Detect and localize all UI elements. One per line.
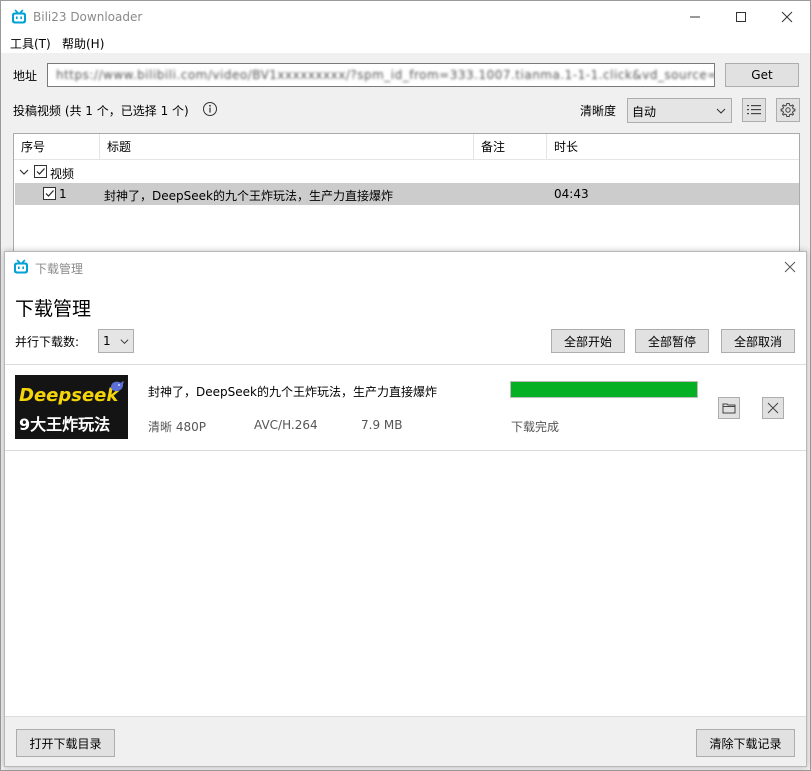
folder-icon (722, 403, 736, 414)
column-title[interactable]: 标题 (100, 134, 474, 160)
checkmark-icon (36, 168, 45, 175)
parallel-downloads-select[interactable]: 1 (98, 329, 134, 353)
settings-button[interactable] (776, 98, 800, 122)
video-list-header: 序号 标题 备注 时长 (14, 134, 799, 160)
start-all-button[interactable]: 全部开始 (551, 329, 625, 353)
info-icon[interactable] (202, 101, 218, 117)
parallel-downloads-value: 1 (103, 334, 111, 348)
page-title: 下载管理 (15, 298, 92, 320)
pause-all-button[interactable]: 全部暂停 (635, 329, 709, 353)
menu-help[interactable]: 帮助(H) (62, 35, 104, 52)
menu-tools[interactable]: 工具(T) (10, 35, 51, 52)
url-input[interactable]: https://www.bilibili.com/video/BV1xxxxxx… (47, 63, 715, 87)
video-count-label: 投稿视频 (共 1 个，已选择 1 个) (13, 104, 189, 118)
group-label: 视频 (50, 167, 75, 181)
close-button[interactable] (764, 1, 810, 33)
column-note[interactable]: 备注 (474, 134, 547, 160)
video-row[interactable]: 1 封神了，DeepSeek的九个王炸玩法，生产力直接爆炸 04:43 (15, 183, 799, 205)
download-item: Deepseek 9大王炸玩法 封神了，DeepSeek的九个王炸玩法，生产力直… (5, 365, 806, 451)
row-number: 1 (59, 187, 67, 201)
row-duration: 04:43 (554, 187, 589, 201)
download-manager-window-title: 下载管理 (35, 262, 84, 276)
download-resolution: 清晰 480P (148, 420, 206, 434)
column-duration[interactable]: 时长 (547, 134, 799, 160)
clarity-label: 清晰度 (580, 104, 617, 118)
cancel-all-button[interactable]: 全部取消 (721, 329, 795, 353)
whale-logo-icon (111, 381, 124, 392)
url-label: 地址 (13, 69, 38, 83)
thumbnail-caption-bottom: 9大王炸玩法 (19, 415, 111, 434)
bilibili-tv-icon (12, 9, 26, 24)
clarity-select[interactable]: 自动 (627, 98, 732, 123)
open-folder-button[interactable] (718, 397, 740, 419)
chevron-down-icon[interactable] (18, 166, 30, 178)
minimize-icon (690, 16, 700, 18)
row-title: 封神了，DeepSeek的九个王炸玩法，生产力直接爆炸 (104, 189, 393, 203)
list-button[interactable] (742, 98, 766, 122)
clear-download-log-button[interactable]: 清除下载记录 (696, 729, 795, 757)
download-status: 下载完成 (511, 420, 560, 434)
title-bar: Bili23 Downloader (1, 1, 810, 33)
column-number[interactable]: 序号 (14, 134, 100, 160)
group-checkbox[interactable] (34, 165, 47, 178)
download-manager-title-bar: 下载管理 (5, 252, 806, 282)
video-group: 视频 (14, 162, 799, 182)
download-size: 7.9 MB (361, 418, 403, 432)
video-thumbnail: Deepseek 9大王炸玩法 (15, 375, 128, 439)
download-title: 封神了，DeepSeek的九个王炸玩法，生产力直接爆炸 (148, 385, 437, 399)
close-icon (767, 402, 779, 414)
bilibili-tv-icon (14, 259, 28, 274)
remove-download-button[interactable] (762, 397, 784, 419)
download-codec: AVC/H.264 (254, 418, 318, 432)
row-checkbox[interactable] (43, 187, 56, 200)
download-progress-fill (511, 382, 697, 397)
get-button[interactable]: Get (725, 63, 799, 87)
minimize-button[interactable] (672, 1, 718, 33)
list-icon (747, 105, 761, 115)
close-icon (781, 11, 793, 23)
download-manager-footer: 打开下载目录 清除下载记录 (5, 716, 806, 766)
maximize-icon (736, 12, 746, 22)
thumbnail-caption-top: Deepseek (19, 385, 119, 406)
download-list: Deepseek 9大王炸玩法 封神了，DeepSeek的九个王炸玩法，生产力直… (5, 364, 806, 716)
chevron-down-icon (716, 108, 726, 114)
chevron-down-icon (120, 339, 129, 344)
clarity-value: 自动 (632, 105, 657, 119)
checkmark-icon (45, 190, 54, 197)
url-value: https://www.bilibili.com/video/BV1xxxxxx… (56, 68, 714, 82)
parallel-downloads-label: 并行下载数: (15, 335, 80, 349)
gear-icon (780, 103, 796, 117)
download-manager-window: 下载管理 下载管理 并行下载数: 1 全部开始 全部暂停 全部取消 Deepse… (4, 251, 807, 767)
close-icon[interactable] (781, 258, 799, 276)
window-title: Bili23 Downloader (33, 10, 143, 24)
maximize-button[interactable] (718, 1, 764, 33)
video-list-panel: 序号 标题 备注 时长 视频 1 封神了，DeepSeek的九个王炸玩法，生产力… (13, 133, 800, 253)
download-progress-bar (510, 381, 698, 398)
menu-bar: 工具(T) 帮助(H) (1, 33, 810, 53)
open-download-dir-button[interactable]: 打开下载目录 (16, 729, 115, 757)
